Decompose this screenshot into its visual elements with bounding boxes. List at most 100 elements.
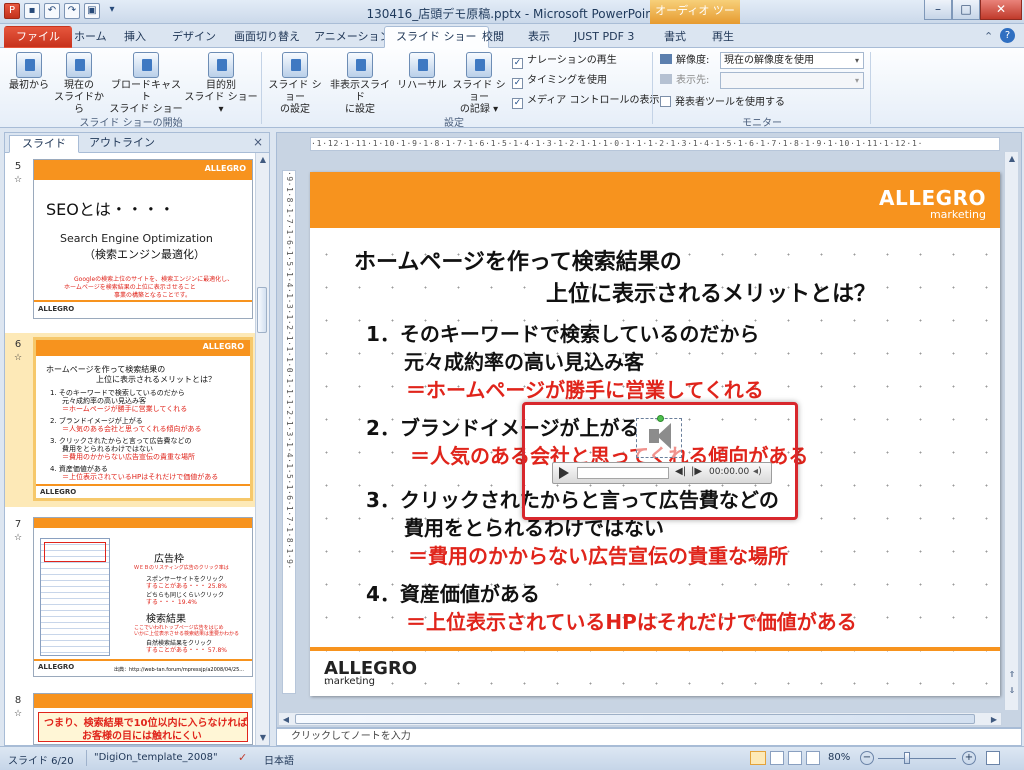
header-logo: ALLEGRO marketing (879, 186, 986, 221)
thumb-label: 検索結果 (146, 614, 186, 625)
thumb-text: ＷＥＢのリスティング広告のクリック率は (134, 565, 229, 571)
resolution-dropdown[interactable]: 現在の解像度を使用 ▾ (720, 52, 864, 69)
seek-bar[interactable] (577, 467, 669, 479)
broadcast-icon (133, 52, 159, 78)
from-current-button[interactable]: 現在の スライドから (52, 52, 106, 116)
rehearse-button[interactable]: リハーサル (396, 52, 448, 92)
show-media-controls-checkbox[interactable]: ✓ メディア コントロールの表示 (512, 94, 659, 109)
audio-object[interactable] (636, 415, 682, 458)
presenter-view-checkbox[interactable]: 発表者ツールを使用する (660, 96, 785, 109)
notes-input[interactable]: クリックしてノートを入力 (276, 728, 1022, 746)
tab-home[interactable]: ホーム (62, 26, 119, 48)
zoom-level[interactable]: 80% (828, 752, 850, 763)
normal-view-icon[interactable] (750, 751, 766, 765)
next-slide-icon[interactable]: ⇓ (1005, 684, 1019, 698)
play-narration-checkbox[interactable]: ✓ ナレーションの再生 (512, 54, 617, 69)
custom-slideshow-button[interactable]: 目的別 スライド ショー ▾ (184, 52, 258, 116)
from-beginning-button[interactable]: 最初から (4, 52, 54, 92)
close-panel-icon[interactable]: × (253, 135, 263, 149)
minimize-button[interactable]: – (924, 0, 952, 20)
hide-slide-button[interactable]: 非表示スライド に設定 (326, 52, 394, 116)
volume-icon[interactable]: ◂) (753, 466, 762, 477)
scroll-thumb[interactable] (257, 287, 267, 333)
tab-justpdf[interactable]: JUST PDF 3 (562, 26, 646, 48)
spellcheck-icon[interactable]: ✓ (238, 751, 247, 764)
slide-thumbnail-7[interactable]: 広告枠 ＷＥＢのリスティング広告のクリック率は スポンサーサイトをクリック する… (33, 517, 253, 677)
scroll-down-icon[interactable]: ▼ (256, 731, 270, 745)
close-button[interactable]: ✕ (980, 0, 1022, 20)
slide-canvas[interactable]: ALLEGRO marketing ホームページを作って検索結果の 上位に表示され… (310, 172, 1000, 696)
item-1-sub[interactable]: 元々成約率の高い見込み客 (404, 346, 644, 375)
tab-transitions[interactable]: 画面切り替え (222, 26, 312, 48)
slide-title-line1[interactable]: ホームページを作って検索結果の (354, 244, 682, 276)
item-1-head[interactable]: 1．そのキーワードで検索しているのだから (366, 318, 759, 347)
tab-insert[interactable]: 挿入 (112, 26, 158, 48)
tab-slides[interactable]: スライド (9, 135, 79, 153)
minimize-ribbon-icon[interactable]: ⌃ (984, 30, 993, 43)
show-on-label: 表示先: (660, 74, 709, 87)
tab-outline[interactable]: アウトライン (77, 135, 167, 153)
slide-thumbnail-6[interactable]: ALLEGRO ホームページを作って検索結果の 上位に表示されるメリットとは？ … (33, 337, 253, 501)
tab-format[interactable]: 書式 (652, 26, 698, 48)
panel-tabs: スライド アウトライン × (5, 133, 269, 153)
step-back-icon[interactable]: ◀| (675, 466, 686, 477)
zoom-out-icon[interactable]: − (860, 751, 874, 765)
display-icon (660, 74, 672, 84)
group-label-setup: 設定 (444, 118, 464, 129)
scroll-up-icon[interactable]: ▲ (256, 153, 270, 167)
item-1-red[interactable]: ＝ホームページが勝手に営業してくれる (406, 374, 764, 403)
slide-thumbnail-8[interactable]: つまり、検索結果で10位以内に入らなければ お客様の目には触れにくい (33, 693, 253, 745)
editor-horizontal-scrollbar[interactable]: ◀ ▶ (278, 712, 1002, 726)
item-4-head[interactable]: 4．資産価値がある (366, 578, 540, 607)
play-icon[interactable] (559, 467, 569, 479)
broadcast-button[interactable]: ブロードキャスト スライド ショー (108, 52, 184, 116)
checkbox-mark: ✓ (512, 78, 523, 89)
slide-number: 5 (14, 161, 22, 172)
slide-number: 8 (14, 695, 22, 706)
tab-playback[interactable]: 再生 (700, 26, 746, 48)
zoom-slider-track[interactable] (878, 758, 956, 759)
scroll-thumb[interactable] (295, 714, 975, 724)
checkbox-label: タイミングを使用 (527, 75, 607, 86)
tab-review[interactable]: 校閲 (470, 26, 516, 48)
maximize-button[interactable]: □ (952, 0, 980, 20)
show-on-dropdown[interactable]: ▾ (720, 72, 864, 89)
editor-vertical-scrollbar[interactable]: ▲ ⇑ ⇓ (1004, 152, 1018, 710)
scroll-right-icon[interactable]: ▶ (987, 713, 1001, 727)
slide-counter: スライド 6/20 (8, 756, 74, 767)
slide-sorter-icon[interactable] (770, 751, 784, 765)
language[interactable]: 日本語 (264, 752, 294, 767)
rotate-handle-icon[interactable] (657, 415, 664, 422)
reading-view-icon[interactable] (788, 751, 802, 765)
orange-band (34, 694, 252, 708)
play-slideshow-icon (16, 52, 42, 78)
scroll-up-icon[interactable]: ▲ (1005, 152, 1019, 166)
record-slideshow-button[interactable]: スライド ショー の記録 ▾ (448, 52, 510, 116)
thumb-text: お客様の目には触れにくい (82, 731, 202, 742)
zoom-slider-thumb[interactable] (904, 752, 910, 764)
status-bar: スライド 6/20 "DigiOn_template_2008" ✓ 日本語 8… (0, 746, 1024, 770)
checkbox-label: 発表者ツールを使用する (675, 97, 785, 108)
item-3-red[interactable]: ＝費用のかからない広告宣伝の貴重な場所 (408, 540, 788, 569)
fit-to-window-icon[interactable] (986, 751, 1000, 765)
button-label: スライド ショー (452, 80, 506, 103)
footer-logo: ALLEGRO marketing (324, 658, 417, 687)
slide-thumbnail-5[interactable]: ALLEGRO SEOとは・・・・ Search Engine Optimiza… (33, 159, 253, 319)
thumb-label: 広告枠 (154, 554, 184, 565)
scroll-left-icon[interactable]: ◀ (279, 713, 293, 727)
previous-slide-icon[interactable]: ⇑ (1005, 668, 1019, 682)
zoom-in-icon[interactable]: + (962, 751, 976, 765)
panel-scrollbar[interactable]: ▲ ▼ (255, 153, 269, 745)
record-stopwatch-icon (466, 52, 492, 78)
tab-view[interactable]: 表示 (516, 26, 562, 48)
setup-slideshow-button[interactable]: スライド ショー の設定 (264, 52, 326, 116)
status-divider (86, 750, 87, 766)
group-label-monitor: モニター (742, 118, 782, 129)
slide-title-line2[interactable]: 上位に表示されるメリットとは？ (546, 276, 876, 308)
step-forward-icon[interactable]: |▶ (691, 466, 702, 477)
tab-design[interactable]: デザイン (160, 26, 228, 48)
help-icon[interactable]: ? (1000, 28, 1015, 43)
slideshow-view-icon[interactable] (806, 751, 820, 765)
use-timings-checkbox[interactable]: ✓ タイミングを使用 (512, 74, 607, 89)
item-4-red[interactable]: ＝上位表示されているHPはそれだけで価値がある (406, 606, 857, 635)
